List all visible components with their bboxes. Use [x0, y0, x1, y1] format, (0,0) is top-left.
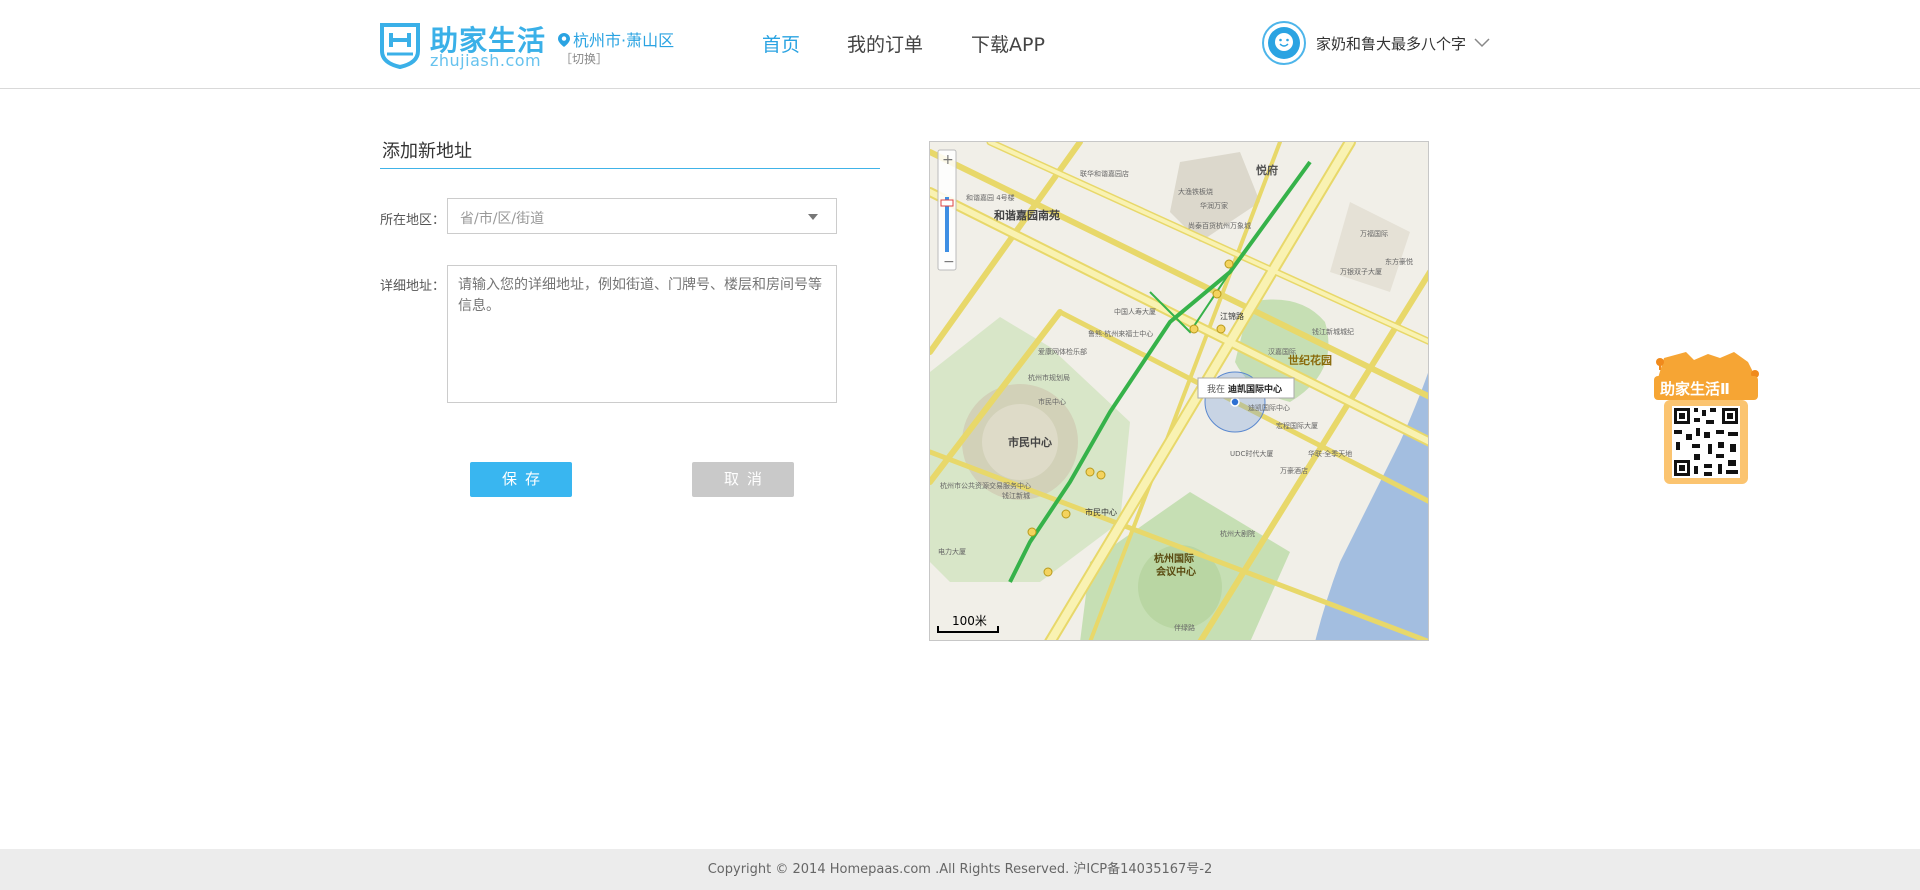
map-poi-9: 鲁熊·杭州来福士中心	[1088, 329, 1153, 338]
app-qr-promo[interactable]: 助家生活Ⅱ	[1650, 348, 1762, 488]
cancel-button[interactable]: 取消	[692, 462, 794, 497]
copyright-text: Copyright © 2014 Homepaas.com .All Right…	[707, 862, 1213, 877]
map-poi-15: 迪凯国际中心	[1248, 403, 1290, 412]
map-poi-4: 尚泰百货杭州万象城	[1188, 221, 1251, 230]
qr-promo-graphic: 助家生活Ⅱ	[1654, 352, 1759, 484]
qr-promo-title: 助家生活Ⅱ	[1660, 380, 1730, 398]
zoom-out-icon: −	[943, 254, 955, 270]
site-footer: Copyright © 2014 Homepaas.com .All Right…	[0, 849, 1920, 890]
map-label-jianglu: 江锦路	[1220, 311, 1244, 321]
map-label-civic: 市民中心	[1008, 435, 1052, 449]
map-poi-2: 大渔铁板烧	[1178, 187, 1213, 196]
region-placeholder: 省/市/区/街道	[460, 211, 545, 227]
zoom-slider-handle	[940, 199, 954, 207]
map-poi-24: 伴绿路	[1174, 623, 1195, 632]
map-zoom-control: + −	[937, 149, 957, 271]
map-poi-12: 市民中心	[1038, 397, 1066, 406]
map-poi-0: 联华和谐嘉园店	[1080, 169, 1129, 178]
map-label-heyu: 和谐嘉园南苑	[994, 208, 1060, 222]
map-poi-13: 汉嘉国际	[1268, 347, 1296, 356]
logo-domain: zhujiash.com	[430, 51, 542, 70]
map-label-yuefu: 悦府	[1256, 163, 1278, 177]
nav-my-orders[interactable]: 我的订单	[847, 30, 923, 57]
nav-download-app[interactable]: 下载APP	[971, 30, 1045, 57]
logo-icon	[380, 23, 420, 69]
zoom-in-icon: +	[942, 152, 954, 168]
map-poi-20: 杭州市公共资源交易服务中心	[940, 481, 1031, 490]
map-scale-label: 100米	[952, 614, 987, 628]
nav-home[interactable]: 首页	[762, 30, 800, 57]
switch-city-link[interactable]: ［切换］	[560, 50, 608, 67]
avatar-face-icon	[1275, 33, 1293, 51]
map-poi-5: 万福国际	[1360, 229, 1388, 238]
map-poi-10: 爱康网体检乐部	[1038, 347, 1087, 356]
map-poi-8: 中国人寿大厦	[1114, 307, 1156, 316]
site-logo[interactable]: 助家生活 zhujiash.com	[378, 19, 545, 71]
dropdown-arrow-icon	[808, 214, 818, 220]
region-label: 所在地区：	[380, 213, 446, 228]
map-canvas[interactable]: 我在 迪凯国际中心 悦府 和谐嘉园南苑 世纪花园 市民中心 杭州国际 会议中心 …	[930, 142, 1429, 641]
map-view[interactable]: 我在 迪凯国际中心 悦府 和谐嘉园南苑 世纪花园 市民中心 杭州国际 会议中心 …	[929, 141, 1429, 641]
map-poi-3: 华润万家	[1200, 201, 1228, 210]
user-name: 家奶和鲁大最多八个字	[1316, 34, 1467, 53]
save-button[interactable]: 保存	[470, 462, 572, 497]
page-title: 添加新地址	[380, 137, 880, 169]
map-poi-11: 杭州市规划局	[1028, 373, 1070, 382]
map-poi-17: UDC时代大厦	[1230, 449, 1273, 458]
map-here-prefix: 我在	[1207, 383, 1225, 395]
site-header: 助家生活 zhujiash.com 杭州市·萧山区 ［切换］ 首页 我的订单 下…	[0, 0, 1920, 89]
current-location-dot	[1230, 397, 1240, 407]
map-poi-7: 万银双子大厦	[1340, 267, 1382, 276]
city-name: 杭州市·萧山区	[573, 31, 675, 50]
map-poi-21: 钱江新城	[1002, 491, 1030, 500]
map-label-expo-1: 杭州国际	[1154, 552, 1194, 565]
map-poi-6: 东方豪悦	[1385, 257, 1413, 266]
map-poi-16: 宏程国际大厦	[1276, 421, 1318, 430]
current-city: 杭州市·萧山区	[558, 27, 674, 51]
map-poi-1: 和谐嘉园 4号楼	[966, 193, 1015, 202]
map-poi-23: 电力大厦	[938, 547, 966, 556]
map-poi-14: 钱江新城城纪	[1312, 327, 1354, 336]
avatar	[1262, 21, 1306, 65]
user-menu[interactable]: 家奶和鲁大最多八个字	[1262, 21, 1490, 65]
map-here-place: 迪凯国际中心	[1228, 383, 1282, 395]
detail-address-input[interactable]	[447, 265, 837, 403]
map-label-expo-2: 会议中心	[1156, 565, 1196, 578]
map-label-shimin: 市民中心	[1085, 507, 1117, 517]
region-select[interactable]: 省/市/区/街道	[447, 198, 837, 234]
detail-address-label: 详细地址：	[380, 279, 446, 294]
map-poi-22: 杭州大剧院	[1220, 529, 1255, 538]
location-pin-icon	[558, 33, 570, 47]
map-poi-18: 华联·全季天地	[1308, 449, 1352, 458]
chevron-down-icon	[1474, 38, 1490, 48]
map-poi-19: 万豪酒店	[1280, 466, 1308, 475]
